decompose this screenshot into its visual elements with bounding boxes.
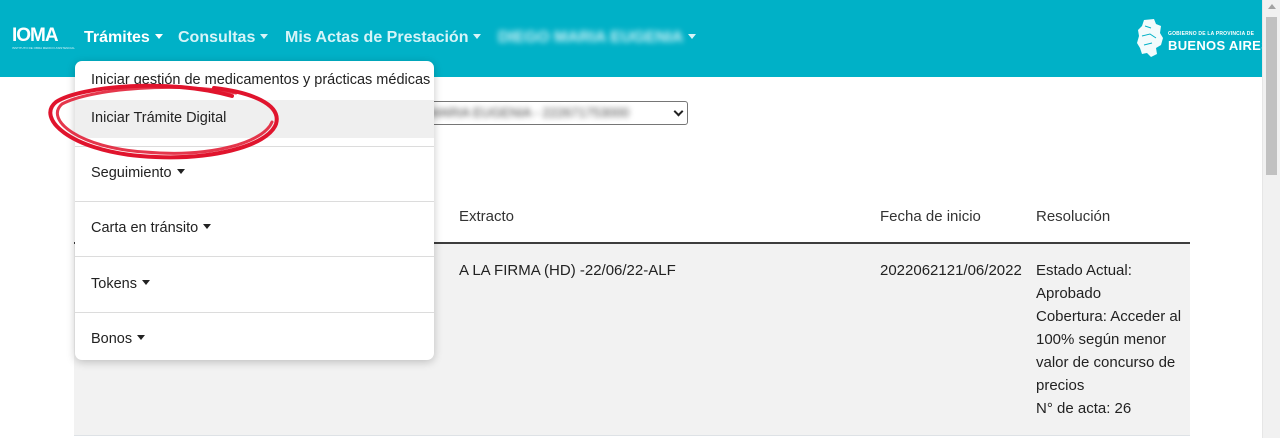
vertical-scrollbar[interactable] xyxy=(1262,0,1280,438)
gov-line2: BUENOS AIRES xyxy=(1168,38,1271,53)
resolucion-line: 100% según menor xyxy=(1036,331,1167,348)
nav-user-menu[interactable]: DIEGO MARIA EUGENIA xyxy=(498,29,697,47)
menu-divider xyxy=(75,201,434,202)
nav-consultas-label: Consultas xyxy=(178,29,256,46)
menu-item-label: Bonos xyxy=(91,331,133,347)
menu-item-label: Iniciar gestión de medicamentos y prácti… xyxy=(91,72,431,88)
resolucion-line: Aprobado xyxy=(1036,285,1102,302)
resolucion-line: Estado Actual: xyxy=(1036,262,1132,279)
caret-down-icon xyxy=(154,34,163,39)
menu-item-label: Carta en tránsito xyxy=(91,220,199,236)
resolucion-line: valor de concurso de xyxy=(1036,354,1176,371)
chevron-down-icon xyxy=(673,106,684,117)
scroll-up-arrow-icon[interactable] xyxy=(1268,4,1276,9)
caret-down-icon xyxy=(141,280,150,285)
caret-down-icon xyxy=(137,335,146,340)
user-name-label: DIEGO MARIA EUGENIA xyxy=(498,29,684,46)
province-map-icon xyxy=(1137,19,1163,57)
menu-divider xyxy=(75,256,434,257)
menu-item-iniciar-gestion[interactable]: Iniciar gestión de medicamentos y prácti… xyxy=(75,62,434,100)
caret-down-icon xyxy=(260,34,269,39)
cell-fecha: 2022062121/06/2022 xyxy=(880,262,1022,279)
nav-mis-actas[interactable]: Mis Actas de Prestación xyxy=(285,29,482,47)
affiliate-select-value: MARIA EUGENIA - 222671753000 xyxy=(429,105,630,120)
scrollbar-thumb[interactable] xyxy=(1266,17,1277,175)
menu-item-label: Seguimiento xyxy=(91,165,172,181)
nav-consultas[interactable]: Consultas xyxy=(178,29,269,47)
column-header-extracto: Extracto xyxy=(459,208,515,225)
column-header-fecha: Fecha de inicio xyxy=(880,208,981,225)
menu-item-iniciar-tramite-digital[interactable]: Iniciar Trámite Digital xyxy=(75,100,434,138)
cell-extracto: A LA FIRMA (HD) -22/06/22-ALF xyxy=(459,262,676,279)
menu-item-bonos[interactable]: Bonos xyxy=(75,321,434,359)
resolucion-line: N° de acta: 26 xyxy=(1036,400,1132,417)
caret-down-icon xyxy=(203,224,212,229)
menu-item-label: Tokens xyxy=(91,276,137,292)
affiliate-select[interactable]: MARIA EUGENIA - 222671753000 xyxy=(420,101,688,125)
nav-mis-actas-label: Mis Actas de Prestación xyxy=(285,29,469,46)
menu-item-tokens[interactable]: Tokens xyxy=(75,266,434,304)
caret-down-icon xyxy=(176,169,185,174)
cell-resolucion: Estado Actual: Aprobado Cobertura: Acced… xyxy=(1036,259,1186,420)
resolucion-line: precios xyxy=(1036,377,1085,394)
gov-line1: GOBIERNO DE LA PROVINCIA DE xyxy=(1168,31,1255,37)
menu-item-carta-en-transito[interactable]: Carta en tránsito xyxy=(75,210,434,248)
caret-down-icon xyxy=(688,34,697,39)
brand-subtitle: INSTITUTO DE OBRA MEDICO ASISTENCIAL xyxy=(12,46,75,50)
gobierno-buenos-aires-logo: GOBIERNO DE LA PROVINCIA DE BUENOS AIRES xyxy=(1136,18,1270,60)
nav-tramites[interactable]: Trámites xyxy=(84,29,163,47)
caret-down-icon xyxy=(473,34,482,39)
menu-item-label: Iniciar Trámite Digital xyxy=(91,110,227,126)
menu-item-seguimiento[interactable]: Seguimiento xyxy=(75,155,434,193)
nav-tramites-label: Trámites xyxy=(84,29,150,46)
ioma-logo[interactable]: IOMA INSTITUTO DE OBRA MEDICO ASISTENCIA… xyxy=(12,25,75,51)
tramites-dropdown-menu: Iniciar gestión de medicamentos y prácti… xyxy=(75,61,434,360)
menu-divider xyxy=(75,312,434,313)
brand-name: IOMA xyxy=(12,25,59,46)
column-header-resolucion: Resolución xyxy=(1036,208,1111,225)
resolucion-line: Cobertura: Acceder al xyxy=(1036,308,1182,325)
menu-divider xyxy=(75,146,434,147)
